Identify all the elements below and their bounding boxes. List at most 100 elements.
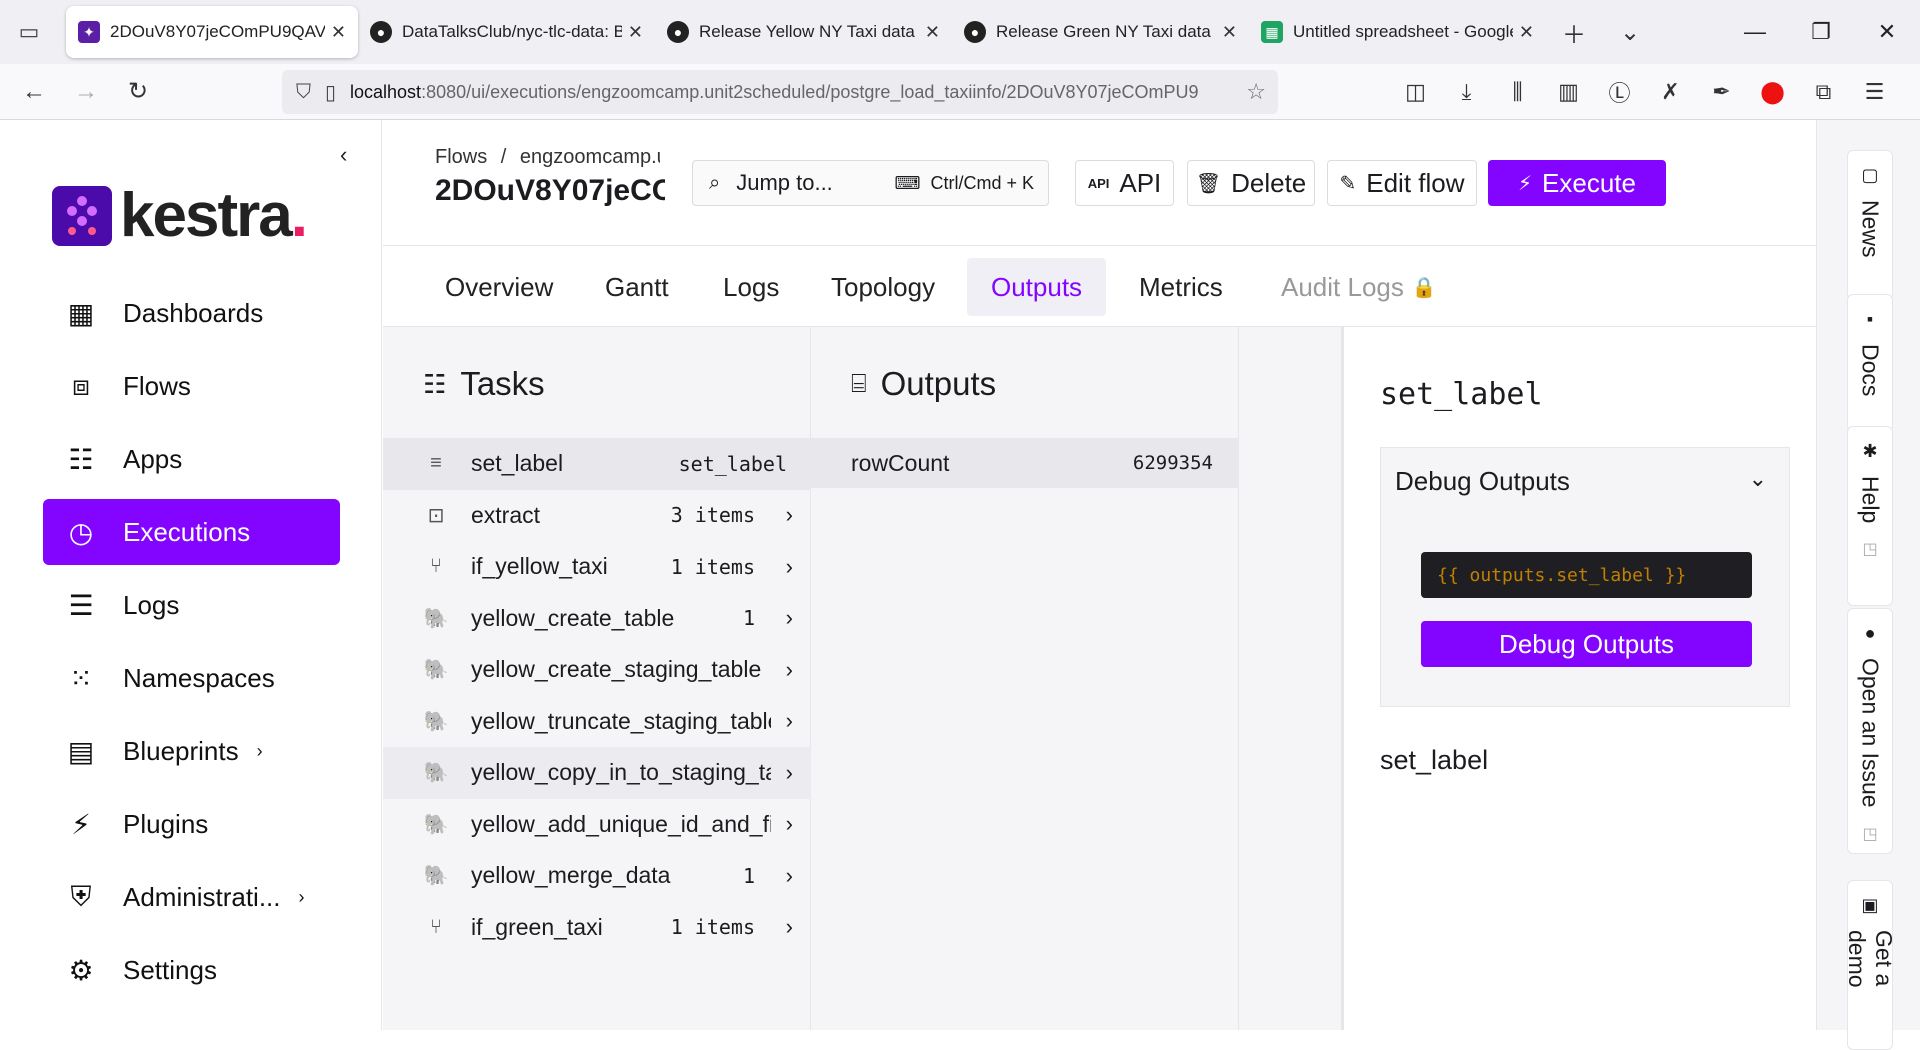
task-row-yellow-copy-in-to-staging[interactable]: 🐘yellow_copy_in_to_staging_table› xyxy=(383,747,811,799)
close-icon[interactable]: ✕ xyxy=(1519,22,1534,43)
logo-text: kestra. xyxy=(120,181,308,250)
task-row-yellow-add-unique-id[interactable]: 🐘yellow_add_unique_id_and_filename› xyxy=(383,799,811,851)
sidebar-item-executions[interactable]: ◷ Executions xyxy=(43,499,340,565)
docs-icon: ▪ xyxy=(1866,309,1874,329)
help-button[interactable]: ✱ Help ◳ xyxy=(1847,426,1893,606)
tab-title: Untitled spreadsheet - Google xyxy=(1293,22,1513,41)
browser-tab[interactable]: ● Release Green NY Taxi data 20 ✕ xyxy=(952,6,1249,58)
extension-x-icon[interactable]: ✗ xyxy=(1645,79,1696,105)
task-row-yellow-truncate-staging-table[interactable]: 🐘 yellow_truncate_staging_table › xyxy=(383,696,811,748)
tab-overview[interactable]: Overview xyxy=(421,258,577,316)
chevron-down-icon[interactable]: ⌄ xyxy=(1749,466,1767,492)
extensions-puzzle-icon[interactable]: ⧉ xyxy=(1798,79,1849,105)
close-icon[interactable]: ✕ xyxy=(1222,22,1237,43)
restore-icon[interactable]: ❐ xyxy=(1788,19,1854,45)
debug-expression-input[interactable]: {{ outputs.set_label }} xyxy=(1421,552,1752,598)
tasks-panel: ☷ Tasks ≡ set_label set_label ⊡ extract 3 ite… xyxy=(383,327,811,1030)
task-row-yellow-merge-data[interactable]: 🐘 yellow_merge_data 1 › xyxy=(383,850,811,902)
open-issue-button[interactable]: ● Open an Issue ◳ xyxy=(1847,608,1893,854)
tab-outputs[interactable]: Outputs xyxy=(967,258,1107,316)
sidebar-item-blueprints[interactable]: ▤ Blueprints › xyxy=(43,718,340,784)
output-key: rowCount xyxy=(851,449,950,476)
extension-pen-icon[interactable]: ✒ xyxy=(1696,79,1747,105)
keyboard-icon: ⌨ xyxy=(894,172,921,193)
close-icon[interactable]: ✕ xyxy=(925,22,940,43)
sidebar-item-namespaces[interactable]: ⁙ Namespaces xyxy=(43,645,340,711)
postgres-icon: 🐘 xyxy=(423,762,449,785)
delete-button[interactable]: 🗑 Delete xyxy=(1187,160,1315,206)
download-icon[interactable]: ⤓ xyxy=(1441,79,1492,105)
tab-overflow-chevron-icon[interactable]: ⌄ xyxy=(1602,0,1658,64)
browser-toolbar-icons: ◫ ⤓ ⫼ ▥ Ⓛ ✗ ✒ ⬤ ⧉ ☰ xyxy=(1390,64,1900,120)
task-row-extract[interactable]: ⊡ extract 3 items › xyxy=(383,490,811,542)
sidebar-item-dashboards[interactable]: ▦ Dashboards xyxy=(43,280,340,346)
administration-icon: ⛨ xyxy=(70,880,92,912)
debug-outputs-button[interactable]: Debug Outputs xyxy=(1421,621,1752,667)
jump-to-search[interactable]: ⌕ Jump to... ⌨ Ctrl/Cmd + K xyxy=(692,160,1049,206)
library-icon[interactable]: ⫼ xyxy=(1492,79,1543,105)
chevron-right-icon: › xyxy=(785,605,793,631)
docs-button[interactable]: ▪ Docs xyxy=(1847,294,1893,432)
breadcrumb: Flows / engzoomcamp.u xyxy=(435,146,660,169)
get-demo-button[interactable]: ▣ Get a demo xyxy=(1844,880,1897,1050)
extension-l-icon[interactable]: Ⓛ xyxy=(1594,76,1645,108)
breadcrumb-flows-link[interactable]: Flows xyxy=(435,146,487,168)
edit-flow-button[interactable]: ✎ Edit flow xyxy=(1327,160,1477,206)
task-list-icon: ☷ xyxy=(423,368,447,399)
browser-tab[interactable]: ● DataTalksClub/nyc-tlc-data: Ba ✕ xyxy=(358,6,655,58)
tab-topology[interactable]: Topology xyxy=(807,258,959,316)
tab-gantt[interactable]: Gantt xyxy=(581,258,693,316)
branch-icon: ⑂ xyxy=(430,555,442,578)
sidebar-item-administration[interactable]: ⛨ Administrati... › xyxy=(43,864,340,930)
github-icon: ● xyxy=(1864,623,1876,643)
chevron-right-icon: › xyxy=(785,656,793,682)
tab-list-icon[interactable]: ▭ xyxy=(0,0,58,64)
close-icon[interactable]: ✕ xyxy=(331,22,346,43)
sidebar-item-logs[interactable]: ☰ Logs xyxy=(43,572,340,638)
pocket-icon[interactable]: ◫ xyxy=(1390,79,1441,105)
news-button[interactable]: ▢ News xyxy=(1847,150,1893,300)
sidebar-item-apps[interactable]: ☷ Apps xyxy=(43,426,340,492)
kestra-favicon-icon: ✦ xyxy=(78,21,100,43)
detail-subtitle: set_label xyxy=(1380,745,1489,775)
sidebar-item-plugins[interactable]: ⚡ Plugins xyxy=(43,791,340,857)
extension-red-icon[interactable]: ⬤ xyxy=(1747,79,1798,105)
window-close-icon[interactable]: ✕ xyxy=(1854,19,1920,45)
api-button[interactable]: API API xyxy=(1075,160,1174,206)
browser-tab[interactable]: ▦ Untitled spreadsheet - Google ✕ xyxy=(1249,6,1546,58)
new-tab-icon[interactable]: ＋ xyxy=(1546,0,1602,64)
lock-icon: 🔒 xyxy=(1411,276,1437,299)
browser-tab-active[interactable]: ✦ 2DOuV8Y07jeCOmPU9QAVTK ✕ xyxy=(66,6,358,58)
forward-icon[interactable]: → xyxy=(60,78,112,106)
blueprints-icon: ▤ xyxy=(67,735,95,767)
browser-tab[interactable]: ● Release Yellow NY Taxi data 20 ✕ xyxy=(655,6,952,58)
sidebar-item-settings[interactable]: ⚙ Settings xyxy=(43,937,340,1003)
minimize-icon[interactable]: — xyxy=(1722,19,1788,45)
output-row-rowcount[interactable]: rowCount 6299354 xyxy=(811,438,1239,488)
debug-outputs-header[interactable]: Debug Outputs xyxy=(1395,466,1570,497)
sidebar-toggle-icon[interactable]: ▥ xyxy=(1543,79,1594,105)
task-row-set-label[interactable]: ≡ set_label set_label xyxy=(383,438,811,490)
sidebar-item-flows[interactable]: ⧈ Flows xyxy=(43,353,340,419)
url-bar[interactable]: ⛉ ▯ localhost:8080/ui/executions/engzoom… xyxy=(282,70,1278,114)
task-row-if-green-taxi[interactable]: ⑂ if_green_taxi 1 items › xyxy=(383,902,811,954)
collapse-sidebar-icon[interactable]: ‹ xyxy=(340,142,347,168)
tab-logs[interactable]: Logs xyxy=(699,258,803,316)
bookmark-star-icon[interactable]: ☆ xyxy=(1246,79,1266,105)
breadcrumb-separator: / xyxy=(500,146,507,168)
close-icon[interactable]: ✕ xyxy=(628,22,643,43)
breadcrumb-namespace-link[interactable]: engzoomcamp.u xyxy=(520,146,660,169)
tab-audit-logs[interactable]: Audit Logs 🔒 xyxy=(1257,258,1461,316)
api-icon: API xyxy=(1087,175,1110,191)
task-row-yellow-create-staging-table[interactable]: 🐘 yellow_create_staging_table › xyxy=(383,644,811,696)
execute-button[interactable]: ⚡ Execute xyxy=(1488,160,1666,206)
tab-metrics[interactable]: Metrics xyxy=(1115,258,1247,316)
reload-icon[interactable]: ↻ xyxy=(112,77,164,106)
output-detail-panel: set_label Debug Outputs ⌄ {{ outputs.set… xyxy=(1347,327,1816,1030)
window-controls: — ❐ ✕ xyxy=(1722,19,1920,45)
task-row-yellow-create-table[interactable]: 🐘 yellow_create_table 1 › xyxy=(383,593,811,645)
task-row-if-yellow-taxi[interactable]: ⑂ if_yellow_taxi 1 items › xyxy=(383,541,811,593)
kestra-logo[interactable]: kestra. xyxy=(52,180,308,251)
menu-icon[interactable]: ☰ xyxy=(1849,79,1900,105)
back-icon[interactable]: ← xyxy=(8,78,60,106)
